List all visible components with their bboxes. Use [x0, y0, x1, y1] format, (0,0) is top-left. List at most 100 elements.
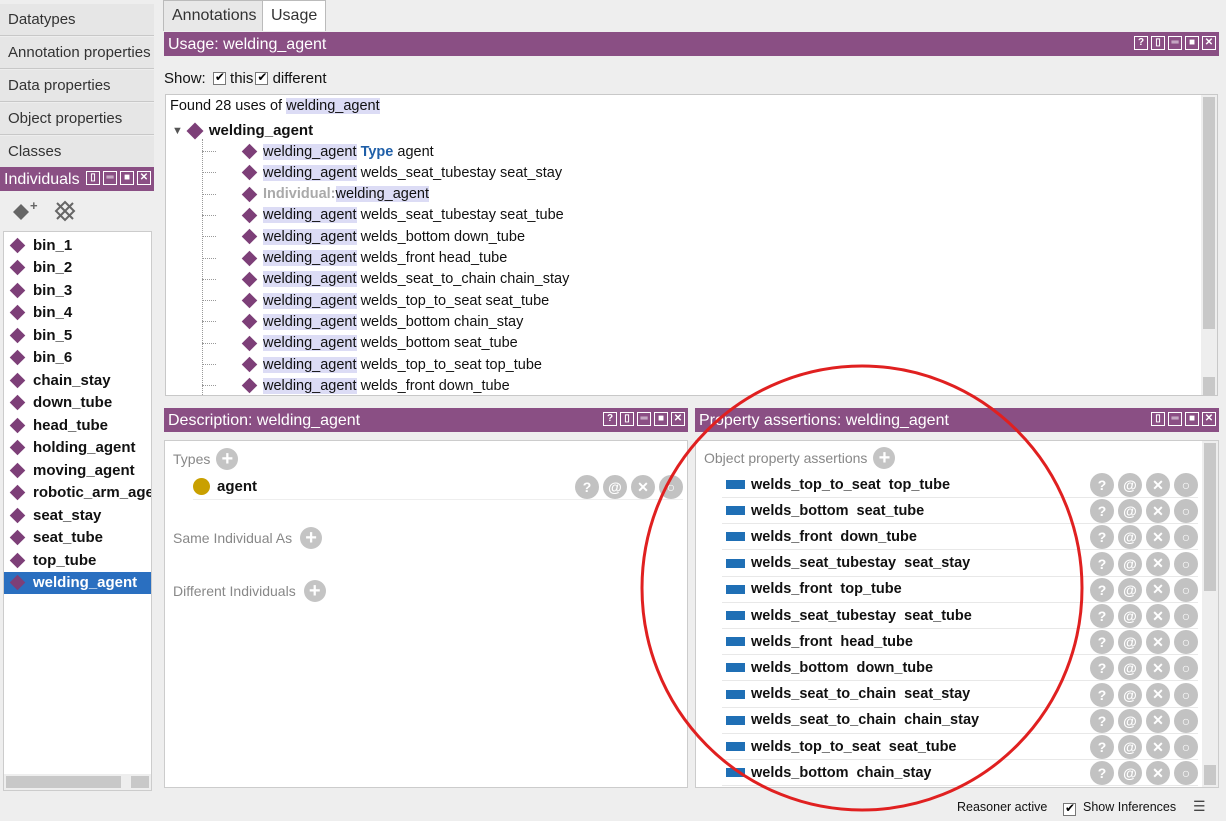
- explain-button[interactable]: ?: [1090, 708, 1114, 733]
- delete-button[interactable]: ✕: [1146, 473, 1170, 497]
- tab-annotation-properties[interactable]: Annotation properties: [0, 37, 154, 69]
- usage-scrollbar[interactable]: [1201, 95, 1217, 395]
- usage-row[interactable]: welding_agent welds_bottom chain_stay: [241, 311, 523, 332]
- tab-data-properties[interactable]: Data properties: [0, 70, 154, 102]
- this-checkbox[interactable]: [212, 70, 226, 85]
- object-property-assertion-row[interactable]: welds_seat_to_chain seat_stay? @ ✕ ○: [722, 682, 1198, 708]
- annotate-button[interactable]: @: [1118, 630, 1142, 655]
- maximize-icon[interactable]: ■: [1185, 412, 1199, 426]
- delete-button[interactable]: ✕: [1146, 630, 1170, 655]
- close-icon[interactable]: ✕: [671, 412, 685, 426]
- edit-button[interactable]: ○: [1174, 604, 1198, 628]
- annotate-button[interactable]: @: [1118, 735, 1142, 759]
- individual-item[interactable]: bin_2: [4, 257, 151, 280]
- tab-datatypes[interactable]: Datatypes: [0, 4, 154, 36]
- individual-item[interactable]: bin_3: [4, 279, 151, 302]
- delete-button[interactable]: ✕: [1146, 577, 1170, 602]
- object-property-assertion-row[interactable]: welds_bottom chain_stay? @ ✕ ○: [722, 760, 1198, 787]
- edit-button[interactable]: ○: [659, 475, 683, 499]
- split-view-icon[interactable]: ▯: [620, 412, 634, 426]
- delete-button[interactable]: ✕: [631, 475, 655, 499]
- edit-button[interactable]: ○: [1174, 708, 1198, 733]
- delete-individual-button[interactable]: [52, 199, 78, 226]
- annotate-button[interactable]: @: [1118, 656, 1142, 681]
- individual-item[interactable]: welding_agent: [4, 571, 151, 594]
- individual-item[interactable]: seat_stay: [4, 504, 151, 527]
- edit-button[interactable]: ○: [1174, 525, 1198, 550]
- explain-button[interactable]: ?: [575, 475, 599, 499]
- close-icon[interactable]: ✕: [1202, 36, 1216, 50]
- split-view-icon[interactable]: ▯: [86, 171, 100, 185]
- explain-button[interactable]: ?: [1090, 551, 1114, 576]
- delete-button[interactable]: ✕: [1146, 499, 1170, 524]
- delete-button[interactable]: ✕: [1146, 708, 1170, 733]
- object-property-assertion-row[interactable]: welds_seat_tubestay seat_stay? @ ✕ ○: [722, 551, 1198, 577]
- add-different-individual-button[interactable]: +: [303, 580, 326, 602]
- usage-row[interactable]: welding_agent welds_top_to_seat seat_tub…: [241, 290, 549, 311]
- delete-button[interactable]: ✕: [1146, 735, 1170, 759]
- object-property-assertion-row[interactable]: welds_top_to_seat top_tube? @ ✕ ○: [722, 472, 1198, 498]
- edit-button[interactable]: ○: [1174, 735, 1198, 759]
- usage-row[interactable]: welding_agent welds_seat_to_chain chain_…: [241, 269, 569, 290]
- tab-object-properties[interactable]: Object properties: [0, 103, 154, 135]
- add-same-individual-button[interactable]: +: [300, 527, 323, 549]
- usage-row[interactable]: welding_agent welds_bottom down_tube: [241, 226, 525, 247]
- different-checkbox[interactable]: [255, 70, 269, 85]
- show-inferences-checkbox[interactable]: [1063, 801, 1076, 816]
- individual-item[interactable]: moving_agent: [4, 459, 151, 482]
- maximize-icon[interactable]: ■: [1185, 36, 1199, 50]
- annotate-button[interactable]: @: [1118, 551, 1142, 576]
- delete-button[interactable]: ✕: [1146, 525, 1170, 550]
- usage-row[interactable]: Individual:welding_agent: [241, 184, 430, 205]
- object-property-assertion-row[interactable]: welds_front down_tube? @ ✕ ○: [722, 524, 1198, 551]
- individual-item[interactable]: top_tube: [4, 549, 151, 572]
- annotate-button[interactable]: @: [1118, 682, 1142, 707]
- add-type-button[interactable]: +: [216, 448, 239, 470]
- object-property-assertion-row[interactable]: welds_front head_tube? @ ✕ ○: [722, 629, 1198, 656]
- split-view-icon[interactable]: ▯: [1151, 36, 1165, 50]
- object-property-assertion-row[interactable]: welds_bottom seat_tube? @ ✕ ○: [722, 498, 1198, 525]
- individual-item[interactable]: bin_1: [4, 234, 151, 257]
- annotate-button[interactable]: @: [1118, 604, 1142, 628]
- annotate-button[interactable]: @: [1118, 473, 1142, 497]
- usage-row[interactable]: welding_agent welds_top_to_seat top_tube: [241, 354, 542, 375]
- edit-button[interactable]: ○: [1174, 577, 1198, 602]
- annotate-button[interactable]: @: [1118, 761, 1142, 786]
- object-property-assertion-row[interactable]: welds_front top_tube? @ ✕ ○: [722, 577, 1198, 603]
- delete-button[interactable]: ✕: [1146, 604, 1170, 628]
- edit-button[interactable]: ○: [1174, 473, 1198, 497]
- individual-item[interactable]: bin_6: [4, 347, 151, 370]
- type-row[interactable]: agent ? @ ✕ ○: [193, 474, 683, 500]
- close-icon[interactable]: ✕: [137, 171, 151, 185]
- explain-button[interactable]: ?: [1090, 525, 1114, 550]
- annotate-button[interactable]: @: [1118, 525, 1142, 550]
- split-horizontal-icon[interactable]: ═: [637, 412, 651, 426]
- split-horizontal-icon[interactable]: ═: [1168, 36, 1182, 50]
- explain-button[interactable]: ?: [1090, 499, 1114, 524]
- annotate-button[interactable]: @: [1118, 577, 1142, 602]
- close-icon[interactable]: ✕: [1202, 412, 1216, 426]
- usage-row[interactable]: welding_agent welds_front head_tube: [241, 248, 507, 269]
- assertions-scrollbar[interactable]: [1202, 441, 1218, 787]
- usage-row[interactable]: welding_agent welds_bottom seat_tube: [241, 333, 518, 354]
- add-individual-button[interactable]: +: [10, 198, 40, 227]
- edit-button[interactable]: ○: [1174, 630, 1198, 655]
- individual-item[interactable]: head_tube: [4, 414, 151, 437]
- object-property-assertion-row[interactable]: welds_seat_tubestay seat_tube? @ ✕ ○: [722, 603, 1198, 629]
- annotate-button[interactable]: @: [1118, 499, 1142, 524]
- individual-item[interactable]: chain_stay: [4, 369, 151, 392]
- log-icon[interactable]: ☰: [1193, 798, 1206, 815]
- maximize-icon[interactable]: ■: [654, 412, 668, 426]
- individual-item[interactable]: bin_4: [4, 302, 151, 325]
- expand-triangle-icon[interactable]: ▼: [172, 125, 183, 137]
- individual-item[interactable]: seat_tube: [4, 527, 151, 550]
- explain-button[interactable]: ?: [1090, 577, 1114, 602]
- usage-row[interactable]: welding_agent welds_seat_tubestay seat_t…: [241, 205, 564, 226]
- object-property-assertion-row[interactable]: welds_top_to_seat seat_tube? @ ✕ ○: [722, 734, 1198, 760]
- explain-button[interactable]: ?: [1090, 604, 1114, 628]
- maximize-icon[interactable]: ■: [120, 171, 134, 185]
- usage-root-node[interactable]: ▼ welding_agent: [172, 122, 313, 139]
- help-icon[interactable]: ?: [603, 412, 617, 426]
- tab-usage[interactable]: Usage: [262, 0, 327, 31]
- explain-button[interactable]: ?: [1090, 656, 1114, 681]
